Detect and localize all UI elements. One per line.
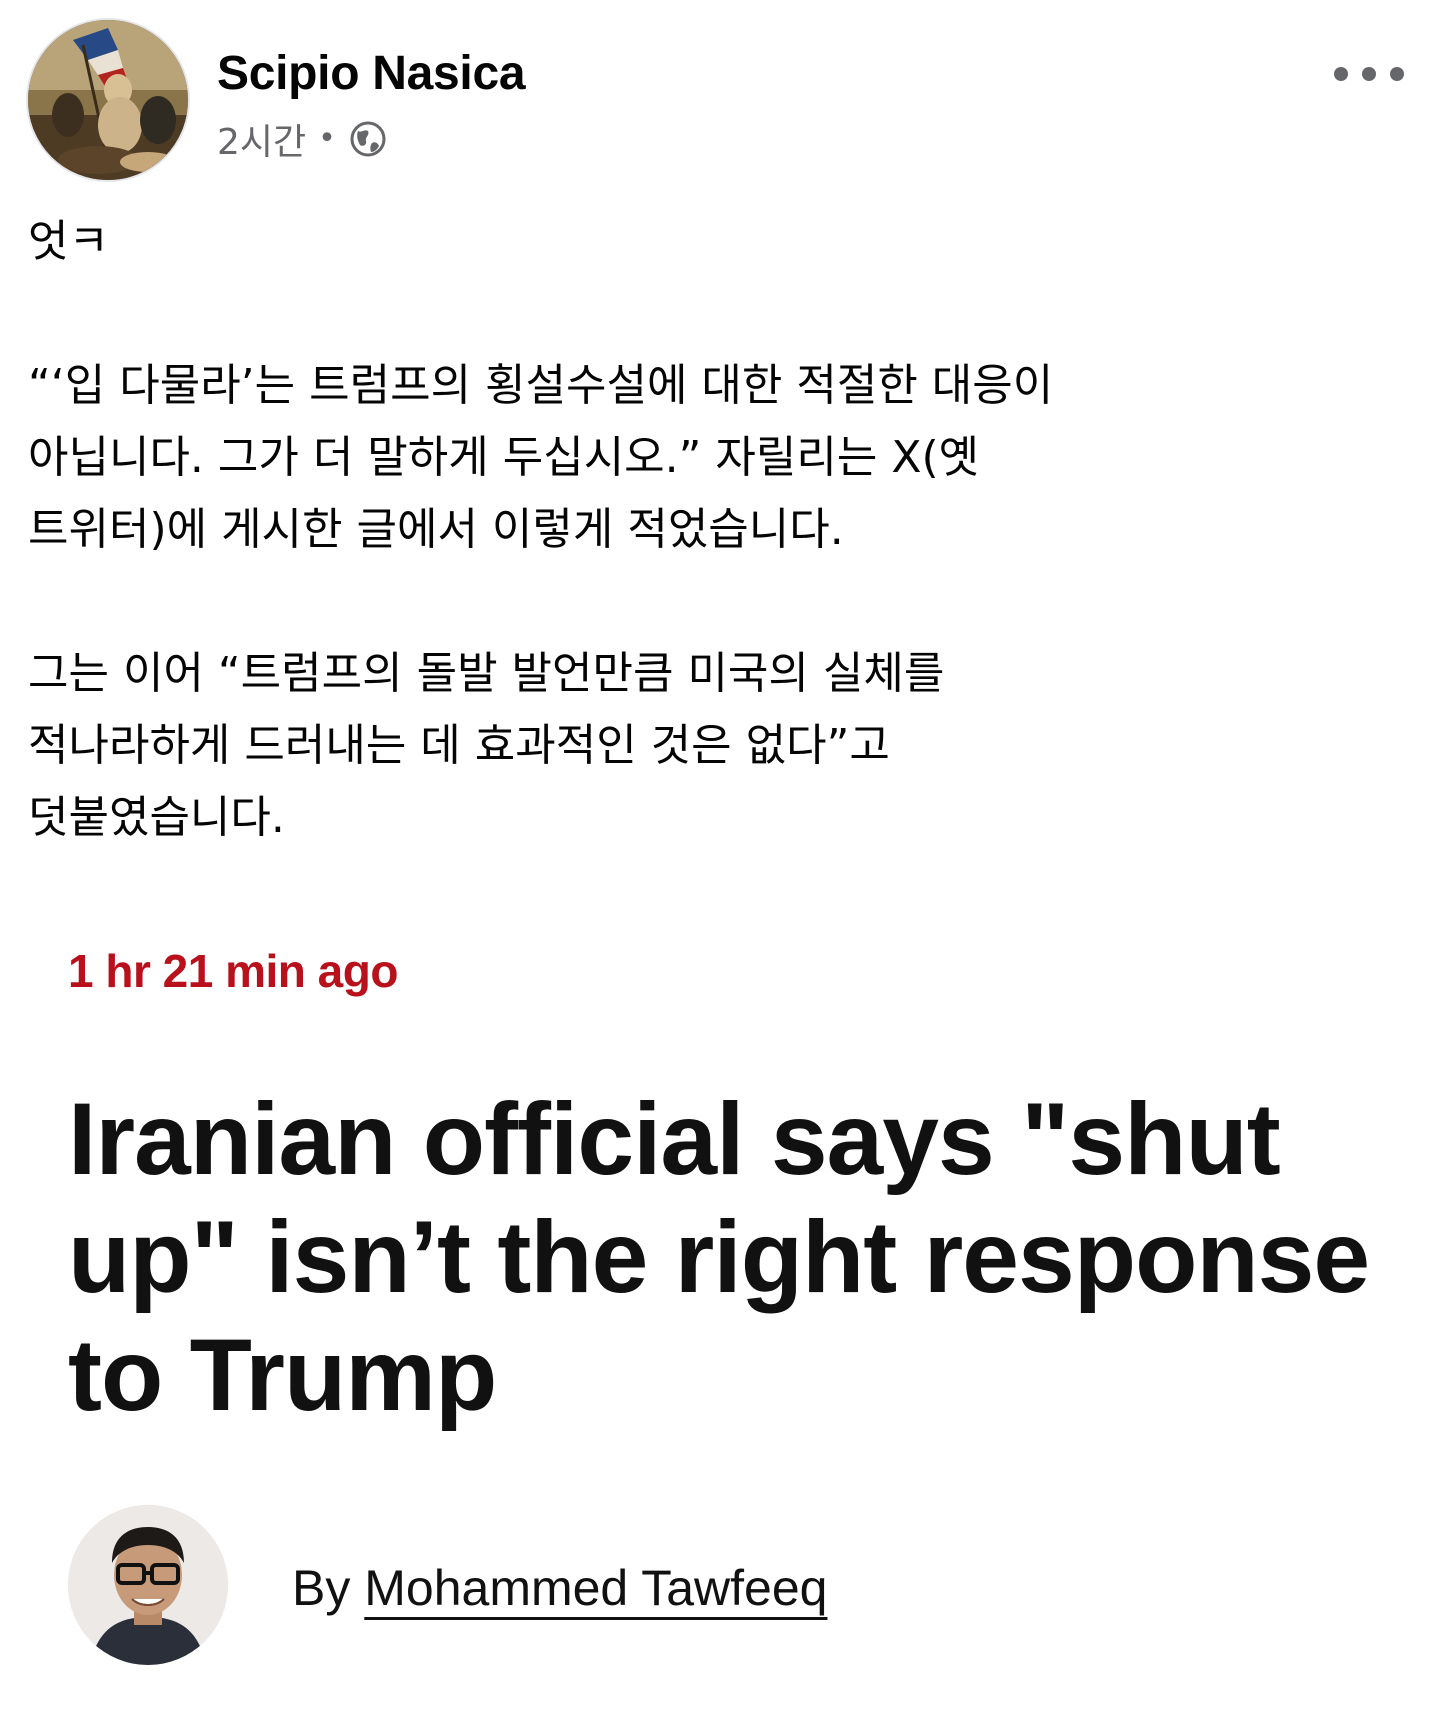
post-paragraph: “‘입 다물라’는 트럼프의 횡설수설에 대한 적절한 대응이 아닙니다. 그가…: [28, 360, 1054, 555]
more-dot: [1362, 67, 1376, 81]
author-portrait-image: [68, 1505, 228, 1665]
post-header: Scipio Nasica 2시간 •: [26, 18, 1426, 188]
meta-separator: •: [318, 121, 336, 156]
author-photo: [68, 1505, 228, 1665]
post-paragraph: 엇ㅋ: [28, 216, 109, 267]
post-time[interactable]: 2시간: [217, 113, 306, 165]
more-dot: [1390, 67, 1404, 81]
byline-text: By Mohammed Tawfeeq: [292, 1559, 827, 1617]
article-byline: By Mohammed Tawfeeq: [68, 1505, 1368, 1665]
author-avatar[interactable]: [26, 18, 190, 182]
article-timestamp: 1 hr 21 min ago: [68, 945, 398, 997]
shared-article-image[interactable]: 1 hr 21 min ago Iranian official says "s…: [0, 880, 1440, 1713]
post-paragraph: 그는 이어 “트럼프의 돌발 발언만큼 미국의 실체를 적나라하게 드러내는 데…: [28, 648, 945, 843]
article-headline: Iranian official says "shut up" isn’t th…: [68, 1082, 1370, 1432]
more-dot: [1334, 67, 1348, 81]
byline-author-link[interactable]: Mohammed Tawfeeq: [364, 1560, 827, 1616]
byline-prefix: By: [292, 1560, 365, 1616]
avatar-painting-image: [28, 20, 188, 180]
globe-icon: [350, 121, 386, 157]
post-meta: 2시간 •: [217, 114, 388, 164]
more-options-icon[interactable]: [1334, 56, 1404, 92]
author-name[interactable]: Scipio Nasica: [217, 46, 526, 101]
post-text: 엇ㅋ “‘입 다물라’는 트럼프의 횡설수설에 대한 적절한 대응이 아닙니다.…: [28, 206, 1398, 854]
